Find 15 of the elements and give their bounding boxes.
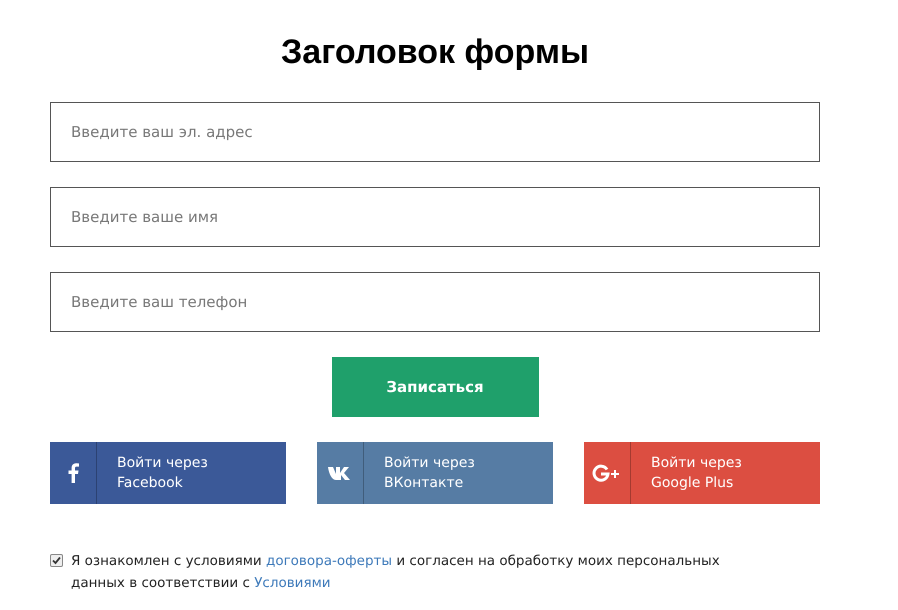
terms-link[interactable]: договора-оферты <box>266 553 392 569</box>
social-login-button[interactable]: Войти через ВКонтакте <box>317 442 553 504</box>
vk-icon <box>328 466 352 480</box>
submit-button[interactable]: Записаться <box>332 357 538 417</box>
google-plus-icon <box>592 464 622 482</box>
input-field[interactable]: Введите ваш эл. адрес <box>50 102 820 162</box>
consent-text: Я ознакомлен с условиями договора-оферты и согласен на обработку моих персональных данных в соответствии с Условиями <box>71 552 721 593</box>
social-login-button[interactable]: Войти через Facebook <box>50 442 286 504</box>
input-field[interactable]: Введите ваше имя <box>50 187 820 247</box>
terms-link[interactable]: Условиями <box>254 575 331 591</box>
form-title: Заголовок формы <box>280 32 590 73</box>
facebook-icon <box>68 463 78 483</box>
input-field[interactable]: Введите ваш телефон <box>50 272 820 332</box>
social-login-button[interactable]: Войти через Google Plus <box>584 442 820 504</box>
checkbox[interactable] <box>50 554 63 567</box>
